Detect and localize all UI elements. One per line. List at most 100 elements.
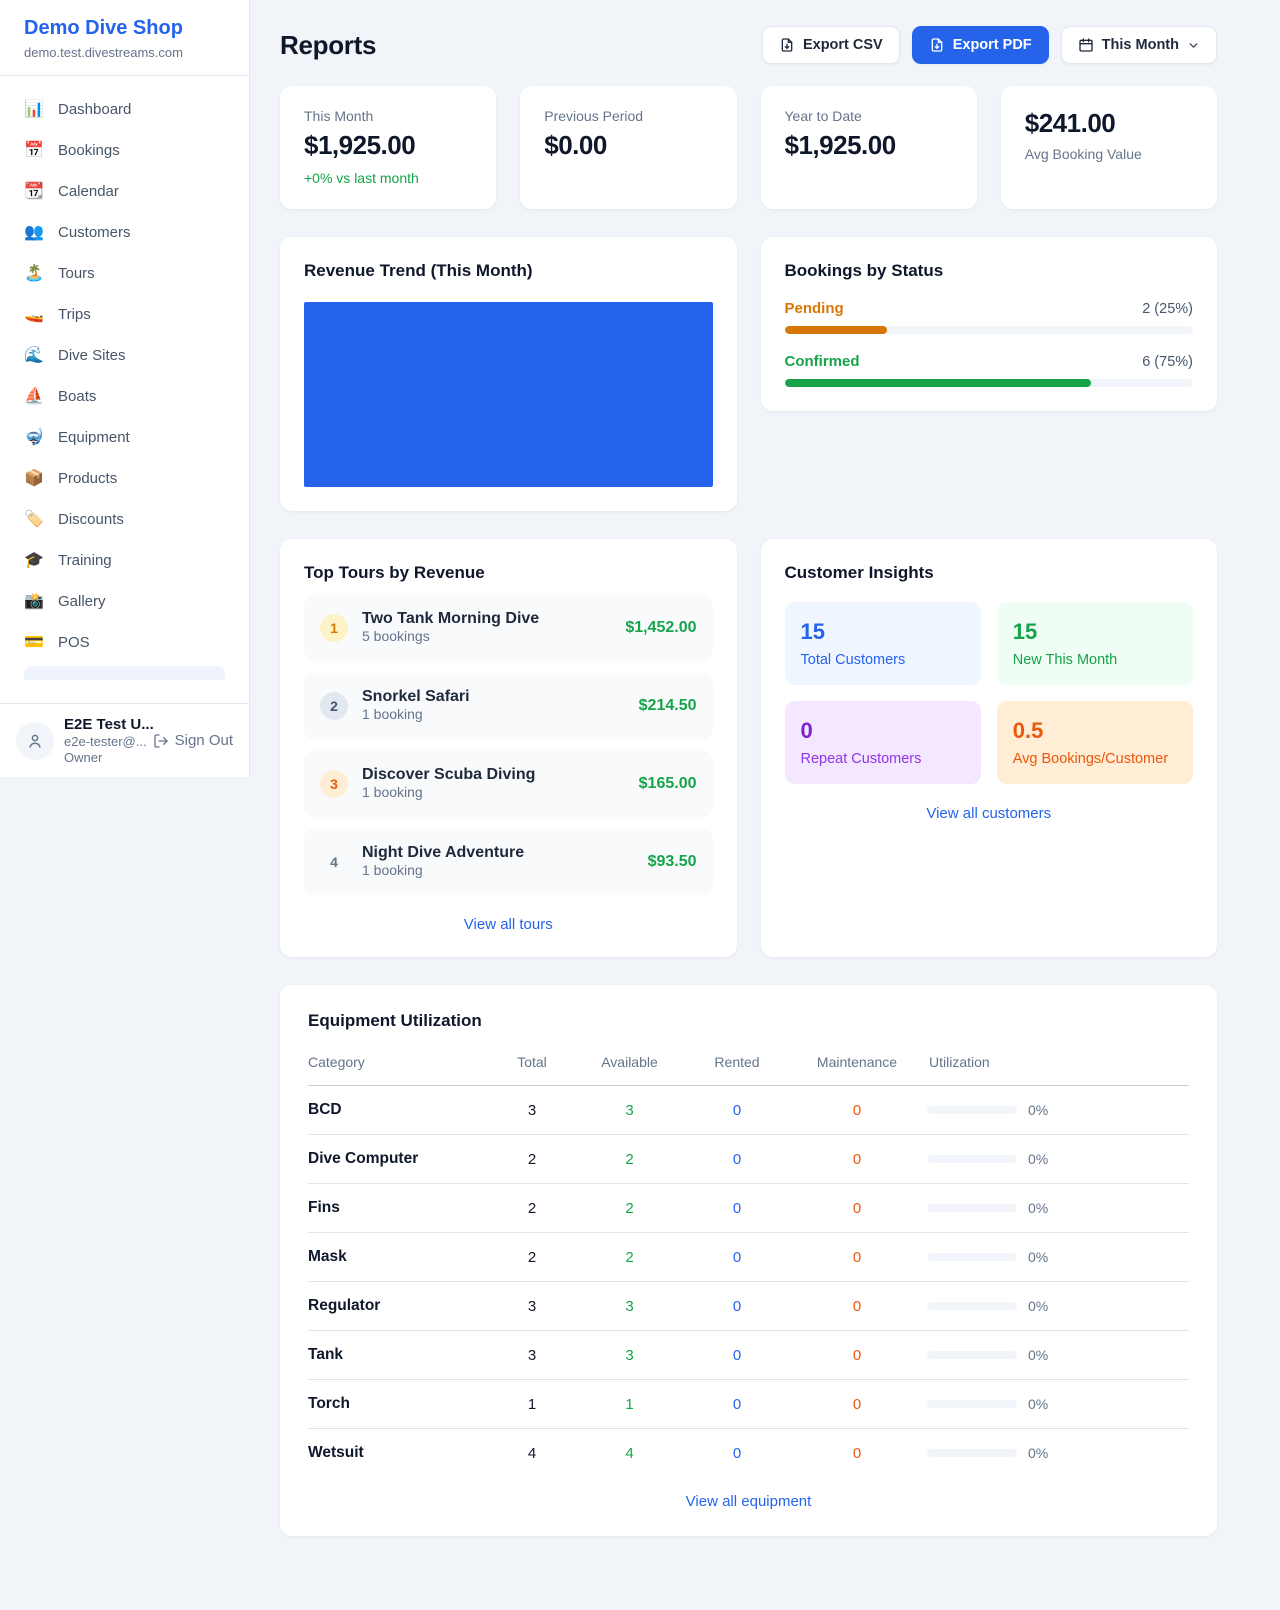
status-row-confirmed: Confirmed 6 (75%): [785, 353, 1194, 387]
tear-off-calendar-icon: 📆: [24, 184, 44, 200]
stat-label: This Month: [304, 108, 472, 124]
bookings-by-status-card: Bookings by Status Pending 2 (25%) Confi…: [761, 237, 1218, 411]
package-icon: 📦: [24, 471, 44, 487]
table-row: Fins 2 2 0 0 0%: [308, 1184, 1189, 1233]
sidebar-item-label: Gallery: [58, 593, 106, 610]
stat-label: Avg Booking Value: [1025, 146, 1193, 162]
status-label: Pending: [785, 300, 844, 317]
rank-badge: 2: [320, 692, 348, 720]
sidebar-item-label: Discounts: [58, 511, 124, 528]
stat-value: $0.00: [544, 130, 712, 161]
sidebar-item-dashboard[interactable]: 📊Dashboard: [12, 90, 237, 129]
utilization-percent: 0%: [1028, 1445, 1048, 1461]
tour-row: 3 Discover Scuba Diving1 booking $165.00: [304, 751, 713, 817]
sidebar-item-trips[interactable]: 🚤Trips: [12, 295, 237, 334]
cell-utilization: 0%: [927, 1282, 1189, 1331]
stat-value: $1,925.00: [785, 130, 953, 161]
cell-category: Dive Computer: [308, 1135, 492, 1184]
brand: Demo Dive Shop demo.test.divestreams.com: [0, 0, 249, 76]
insight-label: New This Month: [1013, 652, 1177, 668]
sign-out-button[interactable]: Sign Out: [153, 732, 233, 749]
people-icon: 👥: [24, 225, 44, 241]
view-all-customers-link[interactable]: View all customers: [785, 805, 1194, 822]
sidebar-item-equipment[interactable]: 🤿Equipment: [12, 418, 237, 457]
insight-tile-total-customers: 15 Total Customers: [785, 602, 981, 685]
cell-rented: 0: [687, 1282, 787, 1331]
cell-total: 2: [492, 1184, 572, 1233]
cell-utilization: 0%: [927, 1184, 1189, 1233]
sidebar-item-pos[interactable]: 💳POS: [12, 623, 237, 662]
user-section: E2E Test U... e2e-tester@... Owner Sign …: [0, 703, 249, 777]
stat-card-avg-booking-value: $241.00 Avg Booking Value: [1001, 86, 1217, 209]
user-email: e2e-tester@...: [64, 734, 143, 749]
progress-track: [785, 326, 1194, 334]
sidebar-item-dive-sites[interactable]: 🌊Dive Sites: [12, 336, 237, 375]
tour-row: 2 Snorkel Safari1 booking $214.50: [304, 673, 713, 739]
credit-card-icon: 💳: [24, 635, 44, 651]
customer-insights-title: Customer Insights: [785, 563, 1194, 583]
export-pdf-button[interactable]: Export PDF: [912, 26, 1049, 64]
view-all-equipment-link[interactable]: View all equipment: [308, 1493, 1189, 1510]
column-header-available: Available: [572, 1044, 687, 1086]
export-csv-button[interactable]: Export CSV: [762, 26, 900, 64]
view-all-tours-link[interactable]: View all tours: [304, 916, 713, 933]
insight-label: Avg Bookings/Customer: [1013, 751, 1177, 767]
revenue-trend-chart: [304, 302, 713, 487]
insight-value: 0.5: [1013, 718, 1177, 744]
column-header-total: Total: [492, 1044, 572, 1086]
stat-label: Previous Period: [544, 108, 712, 124]
utilization-percent: 0%: [1028, 1347, 1048, 1363]
insight-value: 15: [1013, 619, 1177, 645]
tour-revenue: $1,452.00: [625, 619, 696, 637]
utilization-percent: 0%: [1028, 1151, 1048, 1167]
tour-name: Snorkel Safari: [362, 688, 470, 705]
sidebar-item-label: Customers: [58, 224, 131, 241]
bar-chart-icon: 📊: [24, 102, 44, 118]
cell-utilization: 0%: [927, 1233, 1189, 1282]
period-dropdown[interactable]: This Month: [1061, 26, 1217, 64]
cell-utilization: 0%: [927, 1429, 1189, 1478]
sidebar-item-training[interactable]: 🎓Training: [12, 541, 237, 580]
island-icon: 🏝️: [24, 266, 44, 282]
sidebar-item-boats[interactable]: ⛵Boats: [12, 377, 237, 416]
cell-category: Wetsuit: [308, 1429, 492, 1478]
sidebar-nav: 📊Dashboard 📅Bookings 📆Calendar 👥 Customer…: [0, 76, 249, 703]
sidebar-item-gallery[interactable]: 📸Gallery: [12, 582, 237, 621]
cell-total: 2: [492, 1233, 572, 1282]
utilization-percent: 0%: [1028, 1298, 1048, 1314]
stat-cards: This Month $1,925.00 +0% vs last month P…: [280, 86, 1217, 209]
tour-revenue: $165.00: [639, 775, 697, 793]
stat-card-year-to-date: Year to Date $1,925.00: [761, 86, 977, 209]
sidebar-item-calendar[interactable]: 📆Calendar: [12, 172, 237, 211]
shop-name: Demo Dive Shop: [24, 17, 225, 40]
sidebar-item-bookings[interactable]: 📅Bookings: [12, 131, 237, 170]
sidebar-item-label: Bookings: [58, 142, 120, 159]
status-row-pending: Pending 2 (25%): [785, 300, 1194, 334]
file-download-icon: [929, 37, 945, 53]
cell-available: 3: [572, 1086, 687, 1135]
tour-bookings: 1 booking: [362, 862, 423, 878]
table-row: Mask 2 2 0 0 0%: [308, 1233, 1189, 1282]
customer-insights-card: Customer Insights 15 Total Customers 15 …: [761, 539, 1218, 957]
equipment-utilization-title: Equipment Utilization: [308, 1011, 1189, 1031]
sidebar-item-discounts[interactable]: 🏷️Discounts: [12, 500, 237, 539]
sidebar-item-products[interactable]: 📦Products: [12, 459, 237, 498]
table-header-row: Category Total Available Rented Maintena…: [308, 1044, 1189, 1086]
sidebar-item-tours[interactable]: 🏝️Tours: [12, 254, 237, 293]
sidebar-item-customers[interactable]: 👥 Customers: [12, 213, 237, 252]
export-pdf-label: Export PDF: [953, 37, 1032, 53]
speedboat-icon: 🚤: [24, 307, 44, 323]
cell-category: Torch: [308, 1380, 492, 1429]
user-info: E2E Test U... e2e-tester@... Owner: [64, 716, 143, 765]
tour-name: Night Dive Adventure: [362, 844, 524, 861]
cell-utilization: 0%: [927, 1380, 1189, 1429]
sidebar-item-reports-partial[interactable]: [24, 666, 225, 680]
status-label: Confirmed: [785, 353, 860, 370]
export-csv-label: Export CSV: [803, 37, 883, 53]
person-icon: [26, 732, 44, 750]
revenue-trend-title: Revenue Trend (This Month): [304, 261, 713, 281]
equipment-utilization-card: Equipment Utilization Category Total Ava…: [280, 985, 1217, 1536]
cell-category: Regulator: [308, 1282, 492, 1331]
cell-total: 3: [492, 1331, 572, 1380]
top-tours-card: Top Tours by Revenue 1 Two Tank Morning …: [280, 539, 737, 957]
